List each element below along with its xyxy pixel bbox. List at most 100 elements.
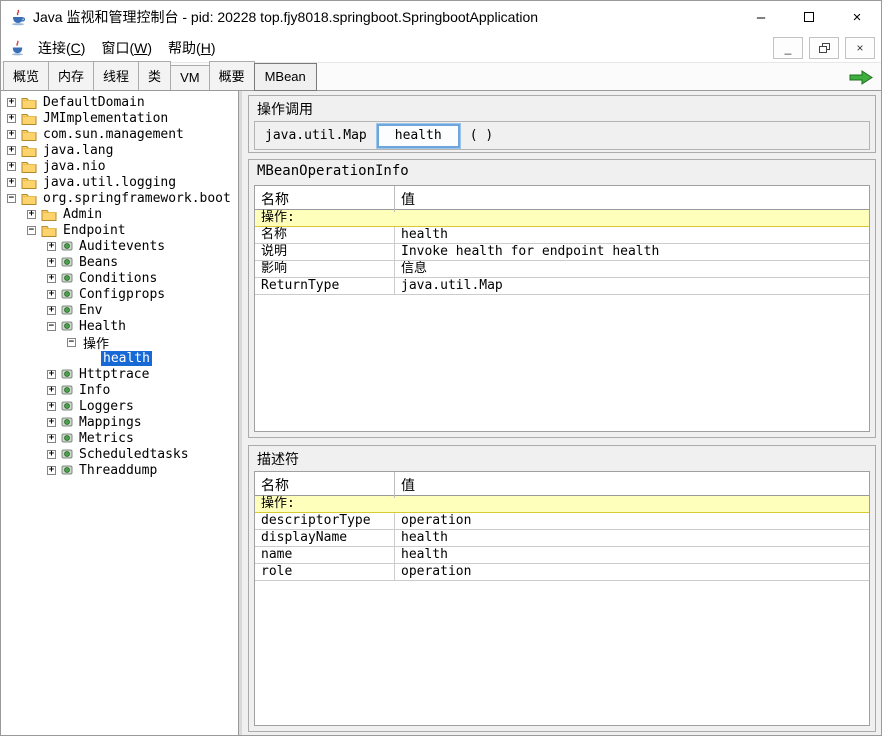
- column-header-value[interactable]: 值: [395, 186, 869, 212]
- expand-icon[interactable]: +: [47, 434, 56, 443]
- tree-node-env[interactable]: +Env: [1, 302, 239, 318]
- expand-icon[interactable]: +: [47, 290, 56, 299]
- expand-icon[interactable]: +: [47, 386, 56, 395]
- tree-node-scheduledtasks[interactable]: +Scheduledtasks: [1, 446, 239, 462]
- tree-node-label: Mappings: [77, 415, 144, 430]
- tree-node-defaultdomain[interactable]: +DefaultDomain: [1, 94, 239, 110]
- tree-node-conditions[interactable]: +Conditions: [1, 270, 239, 286]
- descriptor-group: 描述符 名称值操作:descriptorTypeoperationdisplay…: [248, 445, 876, 732]
- collapse-icon[interactable]: −: [47, 322, 56, 331]
- expand-icon[interactable]: +: [47, 258, 56, 267]
- frame-close-button[interactable]: ×: [845, 37, 875, 59]
- expand-icon[interactable]: +: [47, 370, 56, 379]
- tab-threads[interactable]: 线程: [93, 61, 139, 90]
- tree-node-admin[interactable]: + Admin: [1, 206, 239, 222]
- tree-node-jmimplementation[interactable]: +JMImplementation: [1, 110, 239, 126]
- tab-mbean[interactable]: MBean: [254, 63, 317, 91]
- column-header-name[interactable]: 名称: [255, 472, 395, 498]
- tab-overview[interactable]: 概览: [3, 61, 49, 90]
- expand-icon[interactable]: +: [47, 306, 56, 315]
- tree-node-com-sun-management[interactable]: +com.sun.management: [1, 126, 239, 142]
- expand-icon[interactable]: +: [47, 242, 56, 251]
- expand-icon[interactable]: +: [7, 114, 16, 123]
- mbean-icon: [61, 384, 73, 396]
- tree-node-configprops[interactable]: +Configprops: [1, 286, 239, 302]
- table-band-row[interactable]: 操作:: [255, 210, 869, 227]
- expand-icon[interactable]: +: [27, 210, 36, 219]
- menu-window[interactable]: 窗口(W): [93, 34, 160, 62]
- expand-icon[interactable]: +: [47, 418, 56, 427]
- tree-node-label: Info: [77, 383, 112, 398]
- tree-node-label: java.lang: [41, 143, 115, 158]
- table-row[interactable]: descriptorTypeoperation: [255, 513, 869, 530]
- mbean-icon: [61, 432, 73, 444]
- expand-icon[interactable]: +: [47, 274, 56, 283]
- tree-node-label: java.nio: [41, 159, 108, 174]
- menu-connect[interactable]: 连接(C): [30, 34, 93, 62]
- tab-summary[interactable]: 概要: [209, 61, 255, 90]
- table-row[interactable]: namehealth: [255, 547, 869, 564]
- frame-restore-button[interactable]: [809, 37, 839, 59]
- caption-buttons: – ×: [737, 1, 881, 33]
- table-row[interactable]: roleoperation: [255, 564, 869, 581]
- expand-icon[interactable]: +: [7, 130, 16, 139]
- connection-status-icon: [849, 70, 881, 85]
- tree-node-operations[interactable]: −操作: [1, 334, 239, 350]
- tree-node-auditevents[interactable]: +Auditevents: [1, 238, 239, 254]
- tree-node-threaddump[interactable]: +Threaddump: [1, 462, 239, 478]
- table-row[interactable]: 影响信息: [255, 261, 869, 278]
- tree-node-metrics[interactable]: +Metrics: [1, 430, 239, 446]
- expand-icon[interactable]: +: [47, 402, 56, 411]
- expand-icon[interactable]: +: [7, 178, 16, 187]
- tree-node-java-lang[interactable]: + java.lang: [1, 142, 239, 158]
- menu-help[interactable]: 帮助(H): [160, 34, 223, 62]
- menubar: 连接(C)窗口(W)帮助(H) _ ×: [1, 33, 881, 63]
- tree-node-info[interactable]: + Info: [1, 382, 239, 398]
- menu-items: 连接(C)窗口(W)帮助(H): [30, 33, 224, 62]
- operation-return-type: java.util.Map: [265, 128, 367, 143]
- column-header-value[interactable]: 值: [395, 472, 869, 498]
- tree-node-health[interactable]: −Health: [1, 318, 239, 334]
- expand-icon[interactable]: +: [47, 450, 56, 459]
- tab-vm[interactable]: VM: [170, 65, 210, 90]
- tree-node-httptrace[interactable]: + Httptrace: [1, 366, 239, 382]
- mbean-icon: [61, 304, 73, 316]
- tree-node-endpoint[interactable]: −Endpoint: [1, 222, 239, 238]
- table-header-row: 名称值: [255, 472, 869, 496]
- tree-node-java-util-logging[interactable]: +java.util.logging: [1, 174, 239, 190]
- collapse-icon[interactable]: −: [67, 338, 76, 347]
- table-row[interactable]: 说明Invoke health for endpoint health: [255, 244, 869, 261]
- tree-node-beans[interactable]: +Beans: [1, 254, 239, 270]
- tree-node-health-operation[interactable]: health: [1, 350, 239, 366]
- cell-value: Invoke health for endpoint health: [395, 244, 869, 260]
- tree-node-loggers[interactable]: +Loggers: [1, 398, 239, 414]
- folder-icon: [21, 160, 37, 173]
- frame-buttons: _ ×: [773, 37, 881, 59]
- cell-name: 影响: [255, 261, 395, 277]
- table-row[interactable]: displayNamehealth: [255, 530, 869, 547]
- table-row[interactable]: ReturnTypejava.util.Map: [255, 278, 869, 295]
- tree-node-label: org.springframework.boot: [41, 191, 233, 206]
- close-button[interactable]: ×: [833, 1, 881, 33]
- tab-classes[interactable]: 类: [138, 61, 171, 90]
- tree-node-label: Httptrace: [77, 367, 151, 382]
- expand-icon[interactable]: +: [7, 146, 16, 155]
- table-row[interactable]: 名称health: [255, 227, 869, 244]
- tab-memory[interactable]: 内存: [48, 61, 94, 90]
- frame-minimize-button[interactable]: _: [773, 37, 803, 59]
- tree-node-org-springframework-boot[interactable]: − org.springframework.boot: [1, 190, 239, 206]
- tree-node-label: Admin: [61, 207, 104, 222]
- tree-node-mappings[interactable]: + Mappings: [1, 414, 239, 430]
- minimize-button[interactable]: –: [737, 1, 785, 33]
- invoke-health-button[interactable]: health: [377, 124, 460, 148]
- table-header-row: 名称值: [255, 186, 869, 210]
- maximize-button[interactable]: [785, 1, 833, 33]
- collapse-icon[interactable]: −: [7, 194, 16, 203]
- expand-icon[interactable]: +: [7, 162, 16, 171]
- column-header-name[interactable]: 名称: [255, 186, 395, 212]
- collapse-icon[interactable]: −: [27, 226, 36, 235]
- expand-icon[interactable]: +: [7, 98, 16, 107]
- expand-icon[interactable]: +: [47, 466, 56, 475]
- tree-node-java-nio[interactable]: + java.nio: [1, 158, 239, 174]
- table-band-row[interactable]: 操作:: [255, 496, 869, 513]
